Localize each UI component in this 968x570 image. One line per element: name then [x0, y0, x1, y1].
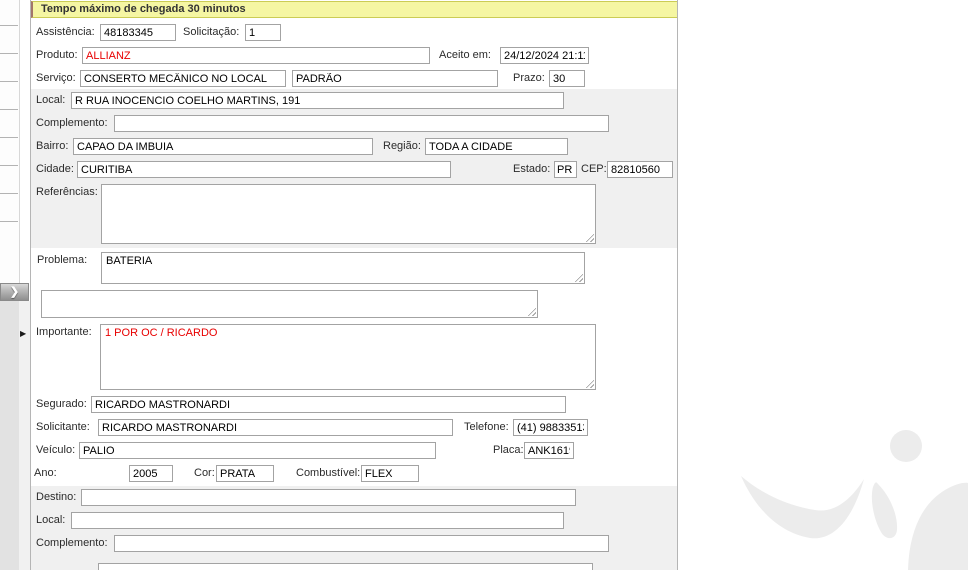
produto-input[interactable] [82, 47, 430, 64]
regiao-input[interactable] [425, 138, 568, 155]
telefone-input[interactable] [513, 419, 588, 436]
assistencia-label: Assistência: [36, 26, 95, 38]
servico-label: Serviço: [36, 72, 76, 84]
placa-label: Placa: [493, 444, 524, 456]
produto-label: Produto: [36, 49, 78, 61]
complemento-input[interactable] [114, 115, 609, 132]
destino-input[interactable] [81, 489, 576, 506]
importante-label: Importante: [36, 326, 92, 338]
veiculo-input[interactable] [79, 442, 436, 459]
servico-tipo-input[interactable] [292, 70, 498, 87]
solicitacao-input[interactable] [245, 24, 281, 41]
secondary-collapsed-panel [19, 301, 30, 570]
placa-input[interactable] [524, 442, 574, 459]
cor-label: Cor: [194, 467, 215, 479]
expand-panel-button[interactable]: ❯ [0, 283, 29, 301]
left-collapsed-panel-lower [0, 301, 19, 570]
complemento-label: Complemento: [36, 117, 108, 129]
veiculo-label: Veículo: [36, 444, 76, 456]
bottom-textarea[interactable] [98, 563, 593, 570]
panel-tick-lines [0, 25, 18, 225]
ano-label: Ano: [34, 467, 57, 479]
importante-textarea[interactable]: 1 POR OC / RICARDO [100, 324, 596, 390]
aceito-em-input[interactable] [500, 47, 589, 64]
chevron-right-icon: ❯ [9, 285, 20, 298]
telefone-label: Telefone: [464, 421, 509, 433]
local-input[interactable] [71, 92, 564, 109]
prazo-input[interactable] [549, 70, 585, 87]
referencias-textarea[interactable] [101, 184, 596, 244]
regiao-label: Região: [383, 140, 421, 152]
arrival-time-banner: Tempo máximo de chegada 30 minutos [31, 1, 677, 18]
assistance-form: Tempo máximo de chegada 30 minutos Assis… [30, 0, 678, 570]
observacao-textarea[interactable] [41, 290, 538, 318]
cor-input[interactable] [216, 465, 274, 482]
destino-local-input[interactable] [71, 512, 564, 529]
assistencia-input[interactable] [100, 24, 176, 41]
destino-label: Destino: [36, 491, 77, 503]
destino-local-label: Local: [36, 514, 66, 526]
destino-complemento-label: Complemento: [36, 537, 108, 549]
combustivel-label: Combustível: [296, 467, 361, 479]
estado-input[interactable] [554, 161, 577, 178]
cidade-label: Cidade: [36, 163, 74, 175]
cep-label: CEP: [581, 163, 607, 175]
company-logo-watermark [741, 430, 968, 570]
segurado-label: Segurado: [36, 398, 87, 410]
solicitante-input[interactable] [98, 419, 453, 436]
cidade-input[interactable] [77, 161, 451, 178]
destino-complemento-input[interactable] [114, 535, 609, 552]
bairro-input[interactable] [73, 138, 373, 155]
collapsed-panel-arrow-icon[interactable]: ▶ [20, 329, 30, 339]
cep-input[interactable] [607, 161, 673, 178]
estado-label: Estado: [513, 163, 551, 175]
servico-input[interactable] [80, 70, 286, 87]
solicitacao-label: Solicitação: [183, 26, 240, 38]
bairro-label: Bairro: [36, 140, 69, 152]
problema-textarea[interactable]: BATERIA [101, 252, 585, 284]
referencias-label: Referências: [36, 186, 98, 198]
problema-label: Problema: [37, 254, 88, 266]
combustivel-input[interactable] [361, 465, 419, 482]
solicitante-label: Solicitante: [36, 421, 90, 433]
segurado-input[interactable] [91, 396, 566, 413]
ano-input[interactable] [129, 465, 173, 482]
prazo-label: Prazo: [513, 72, 545, 84]
aceito-em-label: Aceito em: [439, 49, 491, 61]
local-label: Local: [36, 94, 66, 106]
